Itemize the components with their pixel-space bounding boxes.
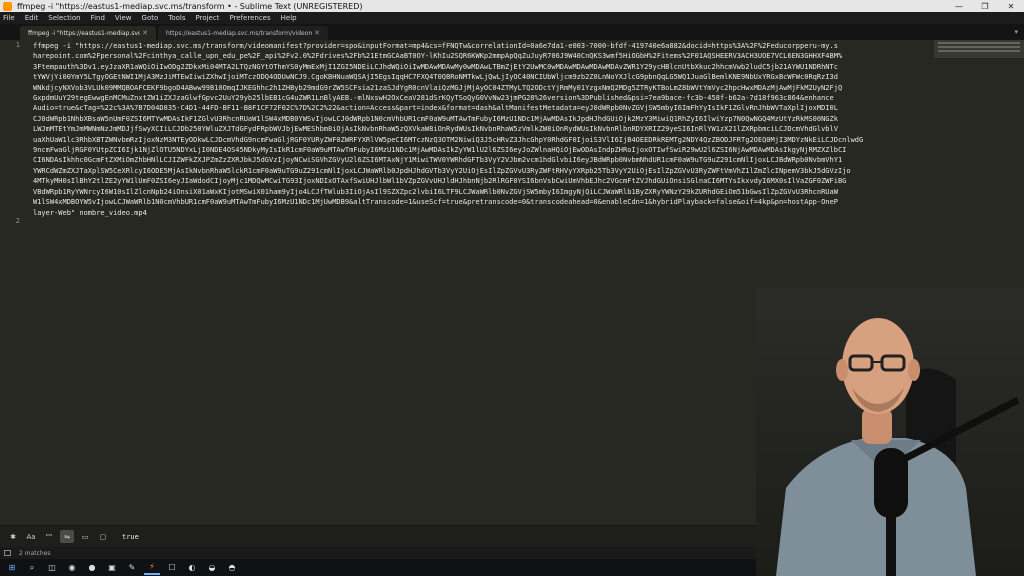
code-line[interactable]: Audio=true&cTag=%22c%3A%7B7D04D835-C4D1-… — [33, 103, 933, 113]
menu-help[interactable]: Help — [281, 14, 297, 22]
close-button[interactable]: ✕ — [998, 0, 1024, 12]
code-text[interactable]: ffmpeg -i "https://eastus1-mediap.svc.ms… — [33, 41, 933, 218]
menu-file[interactable]: File — [3, 14, 15, 22]
menu-preferences[interactable]: Preferences — [229, 14, 270, 22]
start-icon[interactable]: ⊞ — [4, 561, 20, 575]
in-selection-toggle[interactable]: ▭ — [78, 530, 92, 543]
wrap-toggle[interactable]: ⇋ — [60, 530, 74, 543]
tab-ffmpeg[interactable]: ffmpeg -i "https://eastus1-mediap.svc.ms… — [20, 26, 156, 40]
app-icon[interactable]: ◓ — [224, 561, 240, 575]
chrome-icon[interactable]: ● — [84, 561, 100, 575]
sublime-taskbar-icon[interactable]: ⚡ — [144, 561, 160, 575]
line-number: 1 — [15, 41, 20, 49]
menu-project[interactable]: Project — [196, 14, 220, 22]
tab-bar: ffmpeg -i "https://eastus1-mediap.svc.ms… — [0, 24, 1024, 40]
chevron-down-icon[interactable]: ▾ — [1014, 28, 1018, 36]
whole-word-toggle[interactable]: "" — [42, 530, 56, 543]
window-titlebar: ffmpeg -i "https://eastus1-mediap.svc.ms… — [0, 0, 1024, 12]
window-title: ffmpeg -i "https://eastus1-mediap.svc.ms… — [17, 1, 363, 11]
code-line[interactable]: 3Ftempauth%3Dv1.eyJzaXR1aWQiOiIwODg2ZDkx… — [33, 62, 933, 72]
code-line[interactable]: CJ0dWRpb1NhbXBsaW5nUmF0ZSI6MTYwMDAsIkF1Z… — [33, 114, 933, 124]
regex-toggle[interactable]: ✱ — [6, 530, 20, 543]
code-line[interactable]: 9ncmFwaGljRGF0YUtpZCI6Ijk1NjZlOTU5NDYxLj… — [33, 145, 933, 155]
close-icon[interactable]: ✕ — [142, 29, 148, 37]
search-icon[interactable]: ⌕ — [24, 561, 40, 575]
code-line[interactable]: GxpdmUuY29tegEwwgEnMCMuZnxtZW1iZXJzaGlwf… — [33, 93, 933, 103]
tab-label: https://eastus1-mediap.svc.ms/transform/… — [166, 29, 312, 37]
maximize-button[interactable]: ❐ — [972, 0, 998, 12]
sublime-app-icon — [3, 1, 12, 11]
webcam-overlay — [756, 288, 1024, 576]
line-number: 2 — [15, 217, 20, 226]
highlight-matches-toggle[interactable]: ▢ — [96, 530, 110, 543]
app-icon[interactable]: ◐ — [184, 561, 200, 575]
edge-icon[interactable]: ◉ — [64, 561, 80, 575]
code-line[interactable]: WNkdjcyNXVob3VLUk09MMQBOAFCEKF9bgoD4ABww… — [33, 83, 933, 93]
code-line[interactable]: 4MTkyMH0sIlBhY2tlZE2yYW1lUmF0ZSI6eyJIaWd… — [33, 176, 933, 186]
panel-toggle-icon[interactable] — [4, 550, 11, 556]
menu-goto[interactable]: Goto — [142, 14, 159, 22]
presenter-video — [756, 288, 1024, 576]
case-sensitive-toggle[interactable]: Aa — [24, 530, 38, 543]
code-line[interactable]: LWJmMTEtYmJmMWNmNzJmMDJjfSwyXCIiLCJDb250… — [33, 124, 933, 134]
menu-edit[interactable]: Edit — [25, 14, 39, 22]
minimap[interactable] — [934, 40, 1024, 58]
code-line[interactable]: layer-Web" nombre_video.mp4 — [33, 208, 933, 218]
code-line[interactable]: uaXhUaW1lc3RhbXBTZWNvbmRzIjoxNzM3NTEyODk… — [33, 135, 933, 145]
match-count: 2 matches — [19, 549, 51, 557]
code-line[interactable]: ffmpeg -i "https://eastus1-mediap.svc.ms… — [33, 41, 933, 51]
menu-view[interactable]: View — [115, 14, 132, 22]
tab-videomanifest[interactable]: https://eastus1-mediap.svc.ms/transform/… — [158, 26, 328, 40]
code-line[interactable]: YWRCdWZmZXJTaXplSW5CeXRlcyI6ODE5MjAsIkNv… — [33, 166, 933, 176]
explorer-icon[interactable]: ▣ — [104, 561, 120, 575]
menu-selection[interactable]: Selection — [48, 14, 80, 22]
line-number-gutter: 1 2 — [0, 40, 26, 525]
code-line[interactable]: VBdWRpb1RyYWNrcyI6W10sIlZlcnNpb24iOnsiX0… — [33, 187, 933, 197]
code-line[interactable]: harepoint.com%2Fpersonal%2Fcinthya_calle… — [33, 51, 933, 61]
code-line[interactable]: W1lSW4xMDBOYW5vIjowLCJWaWRlb1N0cmVhbUR1c… — [33, 197, 933, 207]
code-line[interactable]: CI6NDAsIkhhc0GcmFtZXMiOmZhbHNlLCJIZWFkZX… — [33, 155, 933, 165]
minimize-button[interactable]: — — [946, 0, 972, 12]
tab-label: ffmpeg -i "https://eastus1-mediap.svc.ms… — [28, 29, 140, 37]
notes-icon[interactable]: ✎ — [124, 561, 140, 575]
app-icon[interactable]: ☐ — [164, 561, 180, 575]
find-input[interactable]: true — [118, 530, 618, 544]
code-line[interactable]: tYWVjYi00YmY5LTgyOGEtNWI1MjA3MzJiMTEwIiw… — [33, 72, 933, 82]
app-icon[interactable]: ◒ — [204, 561, 220, 575]
menu-find[interactable]: Find — [91, 14, 105, 22]
menu-tools[interactable]: Tools — [168, 14, 185, 22]
menu-bar: File Edit Selection Find View Goto Tools… — [0, 12, 1024, 24]
task-view-icon[interactable]: ◫ — [44, 561, 60, 575]
close-icon[interactable]: ✕ — [314, 29, 320, 37]
